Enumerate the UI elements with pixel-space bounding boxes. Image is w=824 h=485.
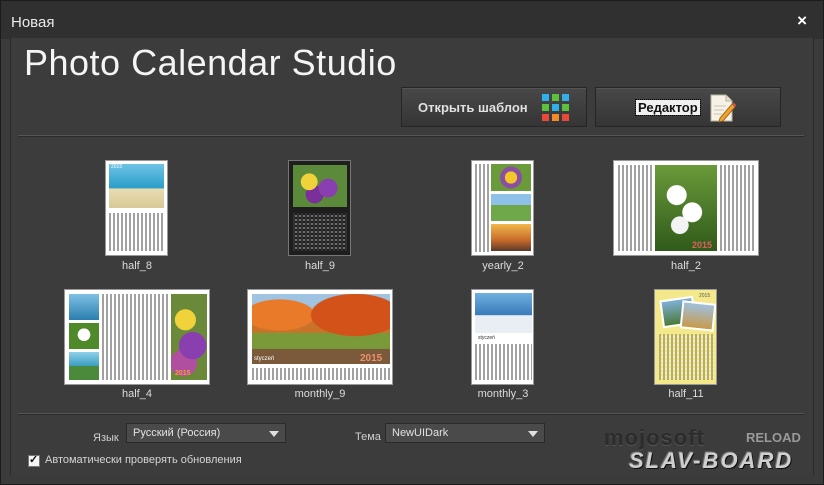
template-label: monthly_9 — [294, 388, 346, 400]
chevron-down-icon — [269, 431, 279, 437]
template-thumbnail-half-9[interactable] — [288, 160, 351, 256]
theme-label: Тема — [355, 431, 381, 443]
calendar-grid — [252, 368, 390, 380]
calendar-grid — [618, 165, 652, 251]
watermark-reload: RELOAD — [746, 430, 801, 445]
pansy-photo — [171, 294, 207, 380]
close-button[interactable]: × — [797, 11, 807, 31]
flowers-photo — [293, 165, 347, 207]
sea-photo — [69, 294, 99, 320]
thumb-year: 2015 — [111, 164, 123, 170]
language-value: Русский (Россия) — [133, 427, 221, 439]
top-separator — [18, 135, 804, 137]
calendar-grid — [659, 334, 714, 380]
template-thumbnail-half-8[interactable]: 2015 — [105, 160, 168, 256]
winter-lake-photo — [475, 293, 532, 333]
template-thumbnail-half-4[interactable]: 2015 — [64, 289, 210, 385]
template-label: half_2 — [671, 260, 701, 272]
window-title: Новая — [11, 14, 55, 31]
template-label: half_11 — [668, 388, 704, 400]
template-thumbnail-monthly-3[interactable]: styczeń — [471, 289, 534, 385]
app-title: Photo Calendar Studio — [24, 42, 397, 83]
edit-pencil-icon — [710, 94, 736, 123]
template-grid-icon — [542, 94, 569, 122]
thumb-year: 2015 — [360, 353, 383, 364]
open-template-label: Открыть шаблон — [418, 100, 528, 115]
calendar-grid — [475, 344, 532, 380]
calendar-grid — [102, 294, 168, 380]
title-bar: Новая × — [1, 1, 823, 39]
thumb-year: 2015 — [692, 240, 713, 250]
calendar-grid — [293, 213, 347, 251]
template-thumbnail-half-11[interactable]: 2015 — [654, 289, 717, 385]
lake-photo — [69, 352, 99, 380]
template-thumbnail-monthly-9[interactable]: styczeń 2015 — [247, 289, 393, 385]
template-label: half_8 — [122, 260, 152, 272]
bottom-separator — [18, 413, 804, 415]
thumb-month: styczeń — [254, 356, 275, 362]
auto-update-label: Автоматически проверять обновления — [45, 454, 242, 466]
chevron-down-icon — [528, 431, 538, 437]
calendar-grid — [475, 164, 489, 252]
calendar-grid — [720, 165, 755, 251]
flowers-photo — [491, 164, 531, 191]
template-label: monthly_3 — [477, 388, 529, 400]
template-thumbnail-half-2[interactable]: 2015 — [613, 160, 759, 256]
auto-update-checkbox[interactable] — [28, 453, 40, 467]
template-label: yearly_2 — [482, 260, 524, 272]
calendar-grid — [109, 213, 164, 251]
editor-button[interactable]: Редактор — [595, 87, 781, 127]
template-label: half_9 — [305, 260, 335, 272]
field-photo — [491, 194, 531, 221]
open-template-button[interactable]: Открыть шаблон — [401, 87, 587, 127]
photo-collage — [679, 300, 716, 332]
blossom-photo — [69, 323, 99, 349]
language-select[interactable]: Русский (Россия) — [126, 423, 286, 443]
theme-value: NewUIDark — [392, 427, 449, 439]
thumb-year: 2015 — [699, 293, 711, 299]
beach-photo — [109, 164, 164, 208]
thumb-year: 2015 — [175, 370, 191, 377]
template-label: half_4 — [122, 388, 152, 400]
sunset-photo — [491, 224, 531, 251]
template-thumbnail-yearly-2[interactable] — [471, 160, 534, 256]
language-label: Язык — [93, 432, 119, 444]
watermark-slav-board: SLAV-BOARD — [629, 448, 794, 473]
editor-label: Редактор — [635, 99, 701, 116]
blossom-photo — [655, 165, 717, 251]
theme-select[interactable]: NewUIDark — [385, 423, 545, 443]
thumb-month: styczeń — [478, 335, 495, 341]
